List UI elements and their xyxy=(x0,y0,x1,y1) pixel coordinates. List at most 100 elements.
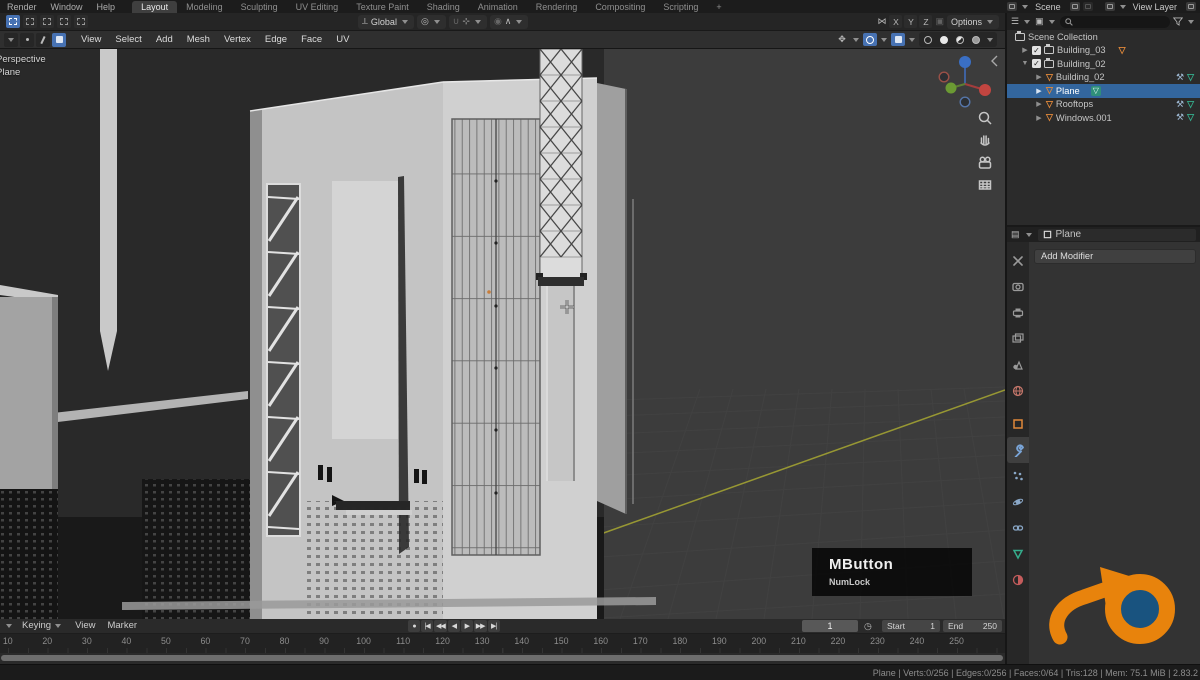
outliner-display-chevron-down-icon[interactable] xyxy=(1024,20,1030,24)
workspace-tab[interactable]: Shading xyxy=(418,1,469,13)
shading-wireframe-icon[interactable] xyxy=(921,33,935,46)
playback-button[interactable]: ▶▶ xyxy=(474,620,487,632)
shading-solid-icon[interactable] xyxy=(937,33,951,46)
timeline-marker-menu[interactable]: Marker xyxy=(103,620,141,631)
expand-arrow-icon[interactable]: ▶ xyxy=(1035,87,1043,95)
workspace-tab[interactable]: Compositing xyxy=(586,1,654,13)
tab-output-icon[interactable] xyxy=(1007,300,1029,326)
tab-particles-icon[interactable] xyxy=(1007,463,1029,489)
gizmo-x-neg-axis[interactable] xyxy=(939,72,949,82)
timeline-editor-chevron-down-icon[interactable] xyxy=(6,624,12,628)
outliner-row-building02-object[interactable]: ▶ ▽ Building_02 ⚒ ▽ xyxy=(1007,71,1200,85)
tab-scene-icon[interactable] xyxy=(1007,352,1029,378)
scene-selector[interactable]: Scene xyxy=(1033,2,1067,12)
gizmos-toggle-icon[interactable]: ✥ xyxy=(835,33,849,46)
timeline-ruler[interactable]: 1020304050607080901001101201301401501601… xyxy=(0,634,1005,653)
gizmo-y-axis[interactable] xyxy=(946,83,957,94)
workspace-tab[interactable]: Scripting xyxy=(654,1,707,13)
transform-orientation-dropdown[interactable]: ⟂ Global xyxy=(358,15,414,29)
outliner-row-building03[interactable]: ▶ ✓ Building_03 ▽ xyxy=(1007,44,1200,58)
tab-object-data-icon[interactable] xyxy=(1007,541,1029,567)
mirror-axis-toggle[interactable]: X xyxy=(889,15,902,28)
new-view-layer-icon[interactable] xyxy=(1186,2,1196,11)
workspace-tab[interactable]: Modeling xyxy=(177,1,232,13)
topbar-menu-item[interactable]: Window xyxy=(44,2,90,12)
timeline-view-menu[interactable]: View xyxy=(71,620,99,631)
outliner-filter-chevron-down-icon[interactable] xyxy=(1049,20,1055,24)
tab-object-icon[interactable] xyxy=(1007,411,1029,437)
topbar-menu-item[interactable]: Render xyxy=(0,2,44,12)
center-building[interactable] xyxy=(250,82,452,619)
outliner-search-input[interactable] xyxy=(1060,16,1170,28)
edge-select-button[interactable] xyxy=(36,33,50,47)
viewport-menu-item[interactable]: Face xyxy=(294,34,329,45)
outliner-row-scene-collection[interactable]: Scene Collection xyxy=(1007,30,1200,44)
outliner-row-rooftops[interactable]: ▶ ▽ Rooftops ⚒ ▽ xyxy=(1007,98,1200,112)
workspace-tab[interactable]: UV Editing xyxy=(287,1,348,13)
viewport-menu-item[interactable]: Select xyxy=(108,34,148,45)
use-preview-range-clock-icon[interactable]: ◷ xyxy=(864,621,872,632)
funnel-chevron-down-icon[interactable] xyxy=(1188,20,1194,24)
select-mode-intersect-icon[interactable] xyxy=(74,15,88,28)
overlays-chevron-down-icon[interactable] xyxy=(881,38,887,42)
tab-view-layer-icon[interactable] xyxy=(1007,326,1029,352)
xray-toggle-icon[interactable] xyxy=(891,33,905,46)
playback-button[interactable]: ● xyxy=(408,620,420,632)
timeline-scrollbar[interactable] xyxy=(1,655,1003,661)
properties-editor-type-icon[interactable]: ▤ xyxy=(1011,229,1020,240)
viewport-menu-item[interactable]: Add xyxy=(149,34,180,45)
playback-button[interactable]: ◀ xyxy=(448,620,460,632)
collection-checkbox[interactable]: ✓ xyxy=(1032,46,1041,55)
tab-physics-icon[interactable] xyxy=(1007,489,1029,515)
outliner-row-building02-collection[interactable]: ▼ ✓ Building_02 xyxy=(1007,57,1200,71)
filter-funnel-icon[interactable] xyxy=(1173,17,1183,26)
left-building[interactable] xyxy=(0,285,58,619)
viewport-menu-item[interactable]: UV xyxy=(329,34,356,45)
frame-start-field[interactable]: Start 1 xyxy=(882,620,940,632)
view-layer-chevron-down-icon[interactable] xyxy=(1120,5,1126,9)
viewport-menu-item[interactable]: View xyxy=(74,34,108,45)
tab-world-icon[interactable] xyxy=(1007,378,1029,404)
workspace-tab[interactable]: Texture Paint xyxy=(347,1,418,13)
shading-rendered-icon[interactable] xyxy=(969,33,983,46)
proportional-edit-dropdown[interactable]: ◉ ∧ xyxy=(490,15,528,29)
tab-constraints-icon[interactable] xyxy=(1007,515,1029,541)
outliner-row-windows001[interactable]: ▶ ▽ Windows.001 ⚒ ▽ xyxy=(1007,111,1200,125)
workspace-tab[interactable]: Animation xyxy=(469,1,527,13)
xray-chevron-down-icon[interactable] xyxy=(909,38,915,42)
overlays-toggle-icon[interactable] xyxy=(863,33,877,46)
workspace-tab[interactable]: Sculpting xyxy=(232,1,287,13)
shading-chevron-down-icon[interactable] xyxy=(987,38,993,42)
workspace-tab[interactable]: + xyxy=(707,1,730,13)
workspace-tab[interactable]: Layout xyxy=(132,1,177,13)
select-mode-new-icon[interactable] xyxy=(6,15,20,28)
face-select-button[interactable] xyxy=(52,33,66,47)
view-layer-selector[interactable]: View Layer xyxy=(1131,2,1183,12)
mirror-axis-toggle[interactable]: Z xyxy=(919,15,932,28)
gizmo-x-axis[interactable] xyxy=(979,84,991,96)
gizmo-z-neg-axis[interactable] xyxy=(960,97,970,107)
properties-editor-chevron-down-icon[interactable] xyxy=(1026,233,1032,237)
current-frame-field[interactable]: 1 xyxy=(802,620,858,632)
gizmo-z-axis[interactable] xyxy=(959,56,971,68)
outliner-row-plane-selected[interactable]: ▶ ▽ Plane ▽ xyxy=(1007,84,1200,98)
options-dropdown[interactable]: Options xyxy=(947,15,999,29)
new-scene-icon[interactable] xyxy=(1070,2,1080,11)
frame-end-field[interactable]: End 250 xyxy=(943,620,1002,632)
outliner-filter-image-icon[interactable]: ▣ xyxy=(1035,16,1044,27)
editor-type-dropdown[interactable] xyxy=(4,33,18,47)
tab-render-icon[interactable] xyxy=(1007,274,1029,300)
tab-modifiers-icon[interactable] xyxy=(1007,437,1029,463)
snap-dropdown[interactable]: ∪ ⊹ xyxy=(449,15,487,29)
outliner-display-mode-icon[interactable]: ☰ xyxy=(1011,16,1019,27)
playback-button[interactable]: ▶ xyxy=(461,620,473,632)
collection-checkbox[interactable]: ✓ xyxy=(1032,59,1041,68)
scene-chevron-down-icon[interactable] xyxy=(1022,5,1028,9)
expand-arrow-icon[interactable]: ▶ xyxy=(1021,46,1029,54)
gizmos-chevron-down-icon[interactable] xyxy=(853,38,859,42)
playback-button[interactable]: ◀◀ xyxy=(434,620,447,632)
playback-button[interactable]: ▶| xyxy=(488,620,500,632)
add-modifier-button[interactable]: Add Modifier xyxy=(1034,249,1196,264)
keying-dropdown[interactable]: Keying xyxy=(18,620,67,631)
expand-arrow-icon[interactable]: ▶ xyxy=(1035,73,1043,81)
